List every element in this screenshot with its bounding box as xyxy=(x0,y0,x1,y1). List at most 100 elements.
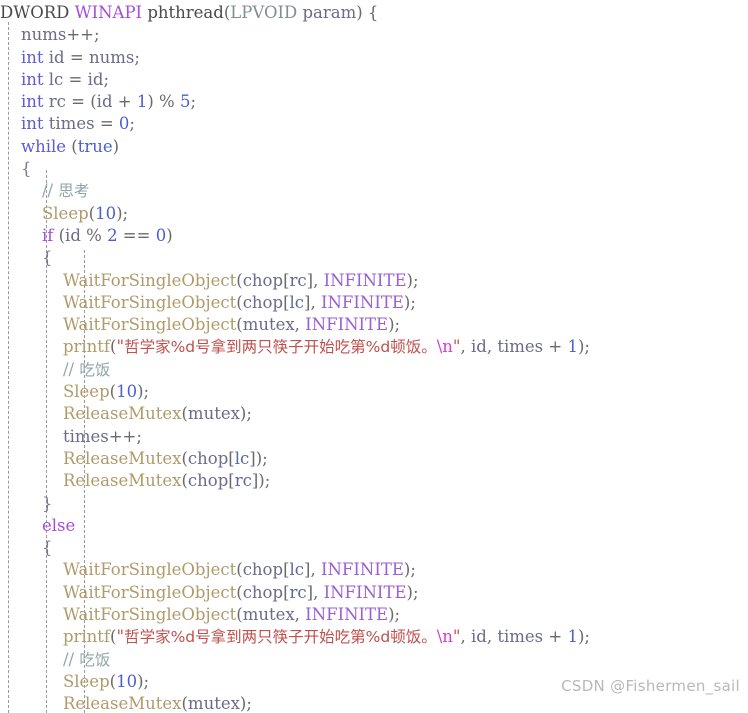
code-line-12[interactable]: { xyxy=(0,247,748,269)
token-number: 1 xyxy=(567,337,578,357)
token-constant: INFINITE xyxy=(305,315,389,335)
token-punct: , xyxy=(486,627,498,647)
token-comment: 思考 xyxy=(58,182,90,201)
code-line-5[interactable]: int rc = (id + 1) % 5; xyxy=(0,91,748,113)
token-constant: INFINITE xyxy=(305,605,389,625)
code-line-15[interactable]: WaitForSingleObject(mutex, INFINITE); xyxy=(0,314,748,336)
token-function: ReleaseMutex xyxy=(62,694,182,713)
token-escape: \n xyxy=(436,337,453,357)
token-keyword: int xyxy=(20,114,44,134)
code-line-19[interactable]: ReleaseMutex(mutex); xyxy=(0,403,748,425)
code-line-2[interactable]: nums++; xyxy=(0,24,748,46)
token-punct: , xyxy=(486,337,498,357)
token-punct: , xyxy=(460,627,471,647)
token-identifier: nums xyxy=(0,25,67,45)
token-punct: ); xyxy=(137,671,150,691)
token-keyword: while xyxy=(20,136,67,156)
code-line-30[interactable]: // 吃饭 xyxy=(0,649,748,671)
token-function: Sleep xyxy=(41,203,89,223)
code-line-20[interactable]: times++; xyxy=(0,426,748,448)
code-line-1[interactable]: DWORD WINAPI phthread(LPVOID param) { xyxy=(0,2,748,24)
token-constant: INFINITE xyxy=(320,292,404,312)
code-line-3[interactable]: int id = nums; xyxy=(0,47,748,69)
token-identifier: lc xyxy=(43,69,69,89)
code-line-13[interactable]: WaitForSingleObject(chop[rc], INFINITE); xyxy=(0,270,748,292)
code-line-32[interactable]: ReleaseMutex(mutex); xyxy=(0,693,748,713)
code-line-8[interactable]: { xyxy=(0,158,748,180)
token-function: Sleep xyxy=(62,671,110,691)
token-punct: ++; xyxy=(66,25,100,45)
code-line-29[interactable]: printf("哲学家%d号拿到两只筷子开始吃第%d顿饭。\n", id, ti… xyxy=(0,626,748,648)
token-punct: , xyxy=(294,605,306,625)
token-identifier: times xyxy=(0,426,109,446)
token-comment: // xyxy=(0,649,80,669)
code-line-14[interactable]: WaitForSingleObject(chop[lc], INFINITE); xyxy=(0,292,748,314)
code-line-22[interactable]: ReleaseMutex(chop[rc]); xyxy=(0,470,748,492)
token-function: ReleaseMutex xyxy=(62,471,182,491)
token-identifier: mutex xyxy=(242,315,295,335)
token-variable: rc xyxy=(289,582,307,602)
token-identifier: id xyxy=(471,337,487,357)
token-type: LPVOID xyxy=(230,3,298,22)
token-string: 哲学家%d号拿到两只筷子开始吃第%d顿饭。 xyxy=(124,338,437,357)
token-identifier: chop xyxy=(242,582,284,602)
code-editor-viewport[interactable]: DWORD WINAPI phthread(LPVOID param) { nu… xyxy=(0,0,748,713)
token-punct: = xyxy=(99,114,119,134)
code-line-4[interactable]: int lc = id; xyxy=(0,69,748,91)
token-punct: ; xyxy=(103,69,110,89)
token-number: true xyxy=(77,136,113,156)
token-number: 10 xyxy=(116,382,138,402)
code-line-9[interactable]: // 思考 xyxy=(0,180,748,202)
token-brace: { xyxy=(0,159,32,179)
code-line-17[interactable]: // 吃饭 xyxy=(0,359,748,381)
token-punct: ); xyxy=(406,582,419,602)
token-function: printf xyxy=(62,337,111,357)
code-line-27[interactable]: WaitForSingleObject(chop[rc], INFINITE); xyxy=(0,582,748,604)
code-line-25[interactable]: { xyxy=(0,537,748,559)
code-line-7[interactable]: while (true) xyxy=(0,136,748,158)
token-identifier: id xyxy=(43,47,70,67)
code-line-26[interactable]: WaitForSingleObject(chop[lc], INFINITE); xyxy=(0,559,748,581)
token-number: 0 xyxy=(118,114,130,134)
token-number: 10 xyxy=(95,203,117,223)
code-line-11[interactable]: if (id % 2 == 0) xyxy=(0,225,748,247)
token-punct: ); xyxy=(116,203,129,223)
code-line-10[interactable]: Sleep(10); xyxy=(0,203,748,225)
token-comment: 吃饭 xyxy=(79,360,111,379)
token-punct: ; xyxy=(134,47,140,67)
token-string: 哲学家%d号拿到两只筷子开始吃第%d顿饭。 xyxy=(124,628,437,647)
token-identifier: times xyxy=(497,337,544,357)
code-line-24[interactable]: else xyxy=(0,515,748,537)
token-punct: ( xyxy=(53,225,66,245)
token-identifier: times xyxy=(497,627,544,647)
token-punct: , xyxy=(294,315,306,335)
code-line-16[interactable]: printf("哲学家%d号拿到两只筷子开始吃第%d顿饭。\n", id, ti… xyxy=(0,336,748,358)
token-constant: INFINITE xyxy=(323,582,407,602)
code-lines-container[interactable]: DWORD WINAPI phthread(LPVOID param) { nu… xyxy=(0,0,748,713)
token-number: 2 xyxy=(107,225,118,245)
token-punct: % xyxy=(80,225,108,245)
code-line-18[interactable]: Sleep(10); xyxy=(0,381,748,403)
code-line-23[interactable]: } xyxy=(0,493,748,515)
token-string: " xyxy=(452,627,461,647)
token-function: WaitForSingleObject xyxy=(62,582,237,602)
token-string: " xyxy=(116,627,125,647)
token-keyword: int xyxy=(20,69,44,89)
code-line-21[interactable]: ReleaseMutex(chop[lc]); xyxy=(0,448,748,470)
token-punct: ); xyxy=(406,270,419,290)
token-constant: INFINITE xyxy=(320,560,404,580)
token-punct: == xyxy=(117,225,156,245)
code-line-6[interactable]: int times = 0; xyxy=(0,113,748,135)
code-line-28[interactable]: WaitForSingleObject(mutex, INFINITE); xyxy=(0,604,748,626)
token-identifier: id xyxy=(96,92,113,112)
